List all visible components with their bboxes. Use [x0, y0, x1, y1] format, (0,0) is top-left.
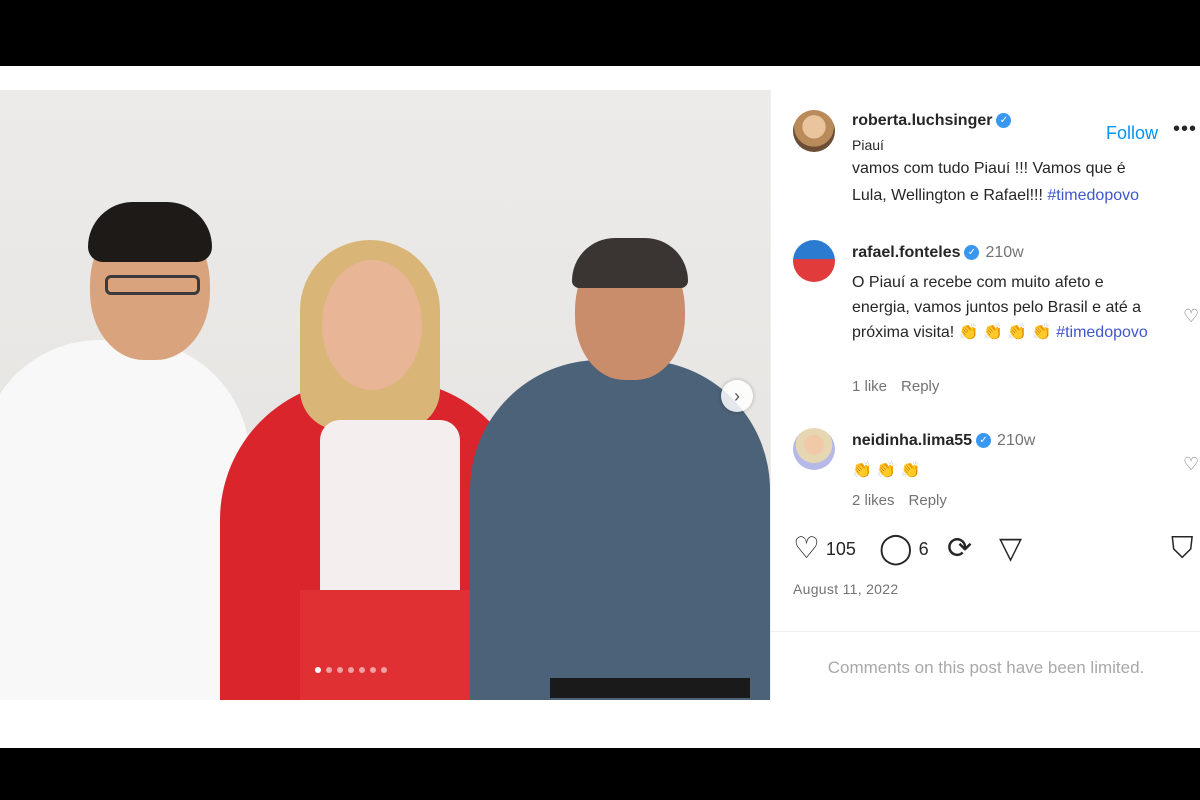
reply-button[interactable]: Reply [901, 378, 939, 395]
person-center-head [322, 260, 422, 390]
comment-text: 👏 👏 👏 [852, 462, 921, 479]
divider [771, 631, 1200, 632]
comment-time: 210w [985, 244, 1024, 261]
avatar[interactable] [793, 240, 835, 282]
post-photo[interactable]: › [0, 90, 770, 700]
heart-icon[interactable]: ♡ [1183, 306, 1199, 327]
post-side-panel: roberta.luchsinger ✓ Piauí Follow ••• vam… [770, 90, 1200, 702]
letterbox-bottom [0, 748, 1200, 800]
reply-button[interactable]: Reply [909, 492, 947, 509]
carousel-dot[interactable] [359, 667, 365, 673]
caption-partial-line: vamos com tudo Piauí !!! Vamos que é [852, 162, 1126, 177]
send-icon: ▽ [999, 532, 1023, 565]
repost-button[interactable]: ⟳ [947, 534, 978, 564]
like-button[interactable]: ♡ 105 [793, 534, 856, 564]
verified-badge-icon: ✓ [996, 113, 1012, 129]
comment-text: O Piauí a recebe com muito afeto e energ… [852, 274, 1148, 341]
avatar[interactable] [793, 110, 835, 152]
post-caption: vamos com tudo Piauí !!! Vamos que é Lul… [852, 162, 1192, 209]
comment-hashtag[interactable]: #timedopovo [1056, 324, 1148, 341]
comment-count: 6 [918, 538, 929, 559]
comment-meta: 2 likes Reply [852, 492, 961, 509]
comment-bubble-icon: ◯ [879, 532, 913, 565]
comment-likes[interactable]: 2 likes [852, 492, 895, 509]
person-right-body [470, 360, 770, 700]
carousel-dot[interactable] [348, 667, 354, 673]
carousel-next-button[interactable]: › [721, 380, 753, 412]
repost-icon: ⟳ [947, 532, 973, 565]
verified-badge-icon: ✓ [976, 433, 992, 449]
caption-hashtag[interactable]: #timedopovo [1047, 187, 1139, 204]
post-date: August 11, 2022 [793, 581, 899, 597]
carousel-dot[interactable] [337, 667, 343, 673]
comment-likes[interactable]: 1 like [852, 378, 887, 395]
like-count: 105 [825, 538, 856, 559]
follow-button[interactable]: Follow [1106, 123, 1158, 144]
carousel-dots [315, 667, 387, 673]
heart-icon: ♡ [793, 532, 820, 565]
verified-badge-icon: ✓ [964, 245, 980, 261]
more-options-icon[interactable]: ••• [1173, 118, 1197, 141]
comment-meta: 1 like Reply [852, 378, 953, 395]
comment-username[interactable]: neidinha.lima55 ✓ 210w [852, 432, 1035, 450]
post-actions: ♡ 105 ◯ 6 ⟳ ▽ ⛉ [793, 534, 1200, 574]
carousel-dot[interactable] [370, 667, 376, 673]
chevron-right-icon: › [734, 385, 740, 406]
comment-button[interactable]: ◯ 6 [879, 534, 929, 564]
person-left-body [0, 340, 250, 700]
post-location[interactable]: Piauí [852, 137, 884, 153]
share-button[interactable]: ▽ [999, 534, 1028, 564]
post-username[interactable]: roberta.luchsinger ✓ [852, 112, 1012, 130]
carousel-dot[interactable] [326, 667, 332, 673]
post-header: roberta.luchsinger ✓ Piauí Follow ••• [771, 90, 1200, 162]
caption-line: Lula, Wellington e Rafael!!! [852, 187, 1043, 204]
heart-icon[interactable]: ♡ [1183, 454, 1199, 475]
avatar[interactable] [793, 428, 835, 470]
carousel-dot[interactable] [315, 667, 321, 673]
comment-username[interactable]: rafael.fonteles ✓ 210w [852, 244, 1024, 262]
carousel-dot[interactable] [381, 667, 387, 673]
save-button[interactable]: ⛉ [1171, 534, 1200, 564]
comment-time: 210w [997, 432, 1036, 449]
bookmark-icon: ⛉ [1171, 532, 1194, 565]
comments-limited-notice: Comments on this post have been limited. [827, 658, 1145, 677]
